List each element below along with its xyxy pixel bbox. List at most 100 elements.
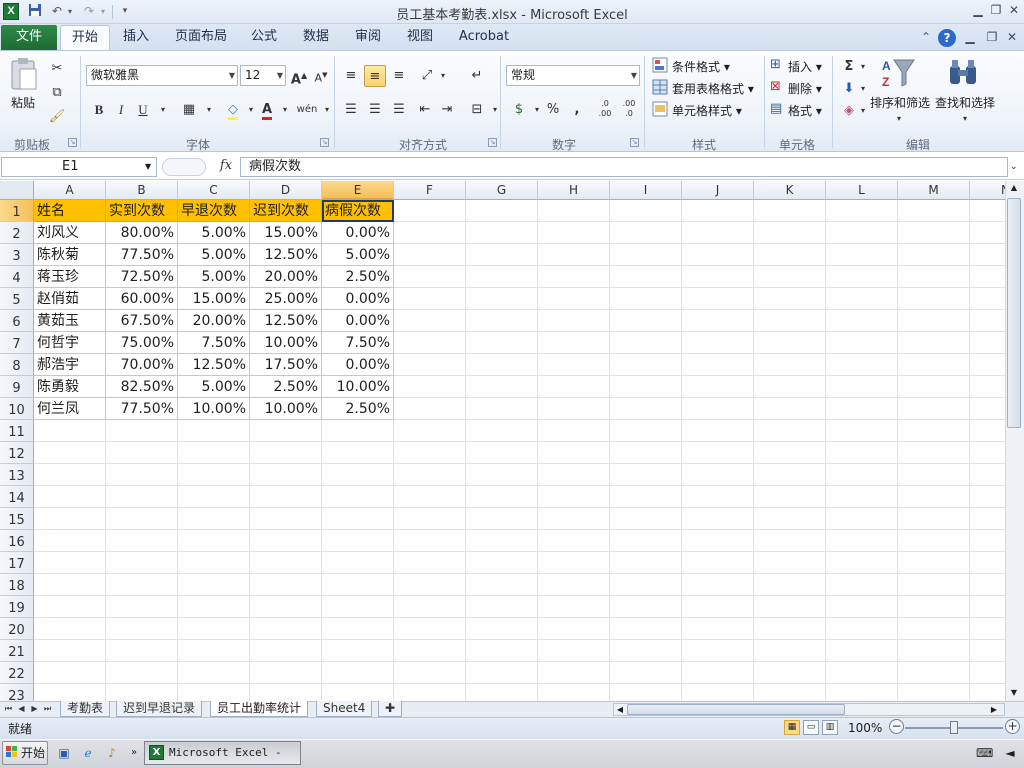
empty-cell[interactable]: [682, 618, 754, 640]
copy-icon[interactable]: ⧉: [46, 82, 68, 104]
empty-cell[interactable]: [610, 310, 682, 332]
decrease-indent-icon[interactable]: ⇤: [414, 99, 436, 121]
empty-cell[interactable]: [898, 486, 970, 508]
percent-cell[interactable]: 0.00%: [322, 222, 394, 244]
empty-cell[interactable]: [538, 486, 610, 508]
page-break-view-icon[interactable]: ▥: [822, 720, 838, 735]
empty-cell[interactable]: [178, 420, 250, 442]
percent-cell[interactable]: 80.00%: [106, 222, 178, 244]
empty-cell[interactable]: [610, 552, 682, 574]
insert-sheet-icon[interactable]: ✚: [378, 701, 403, 717]
empty-cell[interactable]: [682, 354, 754, 376]
empty-cell[interactable]: [250, 640, 322, 662]
percent-cell[interactable]: 10.00%: [178, 398, 250, 420]
delete-cells-button[interactable]: 删除 ▾: [788, 80, 822, 97]
empty-cell[interactable]: [466, 244, 538, 266]
empty-cell[interactable]: [826, 200, 898, 222]
row-header[interactable]: 14: [0, 486, 34, 508]
empty-cell[interactable]: [394, 640, 466, 662]
empty-cell[interactable]: [682, 398, 754, 420]
empty-cell[interactable]: [466, 200, 538, 222]
column-header[interactable]: C: [178, 181, 250, 200]
conditional-formatting-icon[interactable]: [652, 57, 668, 73]
prev-sheet-icon[interactable]: ◀: [16, 702, 27, 716]
empty-cell[interactable]: [538, 574, 610, 596]
empty-cell[interactable]: [106, 684, 178, 702]
empty-cell[interactable]: [898, 574, 970, 596]
first-sheet-icon[interactable]: ⏮: [3, 702, 14, 716]
percent-cell[interactable]: 7.50%: [178, 332, 250, 354]
empty-cell[interactable]: [610, 398, 682, 420]
empty-cell[interactable]: [970, 420, 1005, 442]
empty-cell[interactable]: [826, 376, 898, 398]
empty-cell[interactable]: [970, 376, 1005, 398]
empty-cell[interactable]: [394, 354, 466, 376]
empty-cell[interactable]: [970, 222, 1005, 244]
row-header[interactable]: 21: [0, 640, 34, 662]
empty-cell[interactable]: [682, 376, 754, 398]
empty-cell[interactable]: [34, 508, 106, 530]
file-tab[interactable]: 文件: [1, 25, 57, 50]
percent-cell[interactable]: 10.00%: [322, 376, 394, 398]
sheet-tab-late-early[interactable]: 迟到早退记录: [116, 701, 203, 717]
conditional-formatting-button[interactable]: 条件格式 ▾: [672, 58, 730, 75]
column-header[interactable]: F: [394, 181, 466, 200]
empty-cell[interactable]: [322, 596, 394, 618]
borders-dropdown-icon[interactable]: ▾: [198, 99, 220, 121]
name-cell[interactable]: 赵俏茹: [34, 288, 106, 310]
percent-cell[interactable]: 0.00%: [322, 310, 394, 332]
empty-cell[interactable]: [250, 420, 322, 442]
delete-cells-icon[interactable]: ⊠: [770, 79, 786, 95]
empty-cell[interactable]: [754, 508, 826, 530]
empty-cell[interactable]: [538, 310, 610, 332]
tab-insert[interactable]: 插入: [114, 25, 158, 50]
workbook-minimize-icon[interactable]: ▁: [962, 30, 978, 46]
empty-cell[interactable]: [610, 442, 682, 464]
font-launcher-icon[interactable]: ↘: [320, 138, 329, 147]
empty-cell[interactable]: [538, 398, 610, 420]
empty-cell[interactable]: [754, 310, 826, 332]
name-cell[interactable]: 刘风义: [34, 222, 106, 244]
header-cell[interactable]: 实到次数: [106, 200, 178, 222]
empty-cell[interactable]: [394, 662, 466, 684]
empty-cell[interactable]: [682, 464, 754, 486]
empty-cell[interactable]: [754, 530, 826, 552]
empty-cell[interactable]: [682, 530, 754, 552]
empty-cell[interactable]: [178, 662, 250, 684]
empty-cell[interactable]: [250, 662, 322, 684]
empty-cell[interactable]: [610, 376, 682, 398]
empty-cell[interactable]: [898, 640, 970, 662]
cut-icon[interactable]: ✂: [46, 58, 68, 80]
empty-cell[interactable]: [322, 684, 394, 702]
empty-cell[interactable]: [322, 662, 394, 684]
empty-cell[interactable]: [898, 200, 970, 222]
last-sheet-icon[interactable]: ⏭: [42, 702, 53, 716]
paste-button[interactable]: 粘贴: [11, 94, 35, 111]
empty-cell[interactable]: [394, 574, 466, 596]
empty-cell[interactable]: [826, 420, 898, 442]
percent-cell[interactable]: 2.50%: [250, 376, 322, 398]
tab-review[interactable]: 审阅: [348, 25, 388, 50]
empty-cell[interactable]: [466, 684, 538, 702]
scroll-right-icon[interactable]: ▶: [988, 703, 1000, 716]
empty-cell[interactable]: [538, 596, 610, 618]
empty-cell[interactable]: [970, 244, 1005, 266]
empty-cell[interactable]: [250, 442, 322, 464]
align-top-icon[interactable]: ≡: [340, 65, 362, 87]
row-header[interactable]: 12: [0, 442, 34, 464]
select-all-corner[interactable]: [0, 181, 34, 200]
empty-cell[interactable]: [754, 464, 826, 486]
column-header[interactable]: I: [610, 181, 682, 200]
empty-cell[interactable]: [34, 486, 106, 508]
format-cells-button[interactable]: 格式 ▾: [788, 102, 822, 119]
name-cell[interactable]: 郝浩宇: [34, 354, 106, 376]
empty-cell[interactable]: [250, 596, 322, 618]
empty-cell[interactable]: [34, 618, 106, 640]
empty-cell[interactable]: [754, 376, 826, 398]
empty-cell[interactable]: [682, 288, 754, 310]
cell-styles-icon[interactable]: [652, 101, 668, 117]
row-header[interactable]: 18: [0, 574, 34, 596]
tab-page-layout[interactable]: 页面布局: [170, 25, 232, 50]
empty-cell[interactable]: [466, 574, 538, 596]
empty-cell[interactable]: [826, 640, 898, 662]
